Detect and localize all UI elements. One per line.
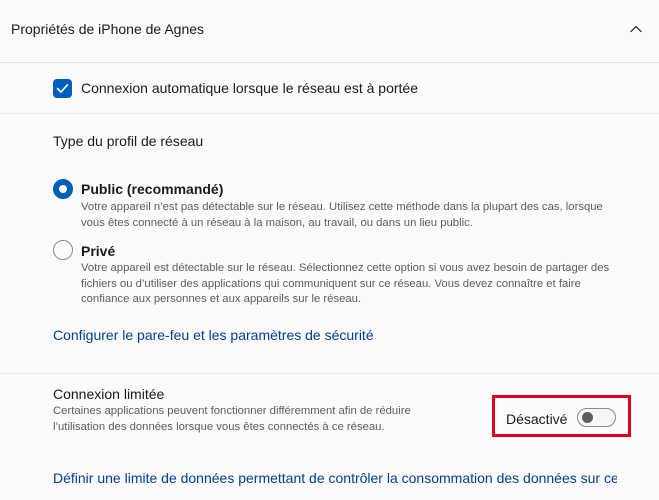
network-properties-panel: Propriétés de iPhone de Agnes Connexion …	[0, 0, 659, 500]
auto-connect-checkbox[interactable]	[53, 79, 72, 98]
metered-toggle-highlight: Désactivé	[492, 395, 631, 437]
data-limit-link[interactable]: Définir une limite de données permettant…	[53, 470, 617, 486]
auto-connect-label[interactable]: Connexion automatique lorsque le réseau …	[81, 80, 418, 96]
metered-toggle-label: Désactivé	[506, 411, 568, 427]
option-private-title[interactable]: Privé	[81, 243, 115, 259]
auto-connect-section: Connexion automatique lorsque le réseau …	[0, 63, 659, 114]
network-profile-section: Type du profil de réseau Public (recomma…	[0, 114, 659, 374]
firewall-settings-link[interactable]: Configurer le pare-feu et les paramètres…	[53, 327, 374, 343]
metered-connection-toggle[interactable]	[577, 408, 616, 427]
option-private-description: Votre appareil est détectable sur le rés…	[81, 262, 610, 305]
metered-connection-section: Connexion limitée Certaines applications…	[0, 374, 659, 500]
network-profile-heading: Type du profil de réseau	[53, 133, 204, 149]
radio-private[interactable]	[53, 240, 73, 260]
toggle-knob	[582, 412, 593, 423]
properties-header[interactable]: Propriétés de iPhone de Agnes	[0, 0, 659, 63]
radio-public[interactable]	[53, 179, 73, 199]
option-public-description: Votre appareil n’est pas détectable sur …	[81, 201, 603, 229]
chevron-up-icon[interactable]	[627, 20, 645, 38]
checkmark-icon	[56, 83, 69, 93]
metered-connection-title: Connexion limitée	[53, 386, 165, 402]
metered-connection-description: Certaines applications peuvent fonctionn…	[53, 405, 411, 433]
page-title: Propriétés de iPhone de Agnes	[11, 21, 205, 37]
option-public-title[interactable]: Public (recommandé)	[81, 181, 223, 197]
